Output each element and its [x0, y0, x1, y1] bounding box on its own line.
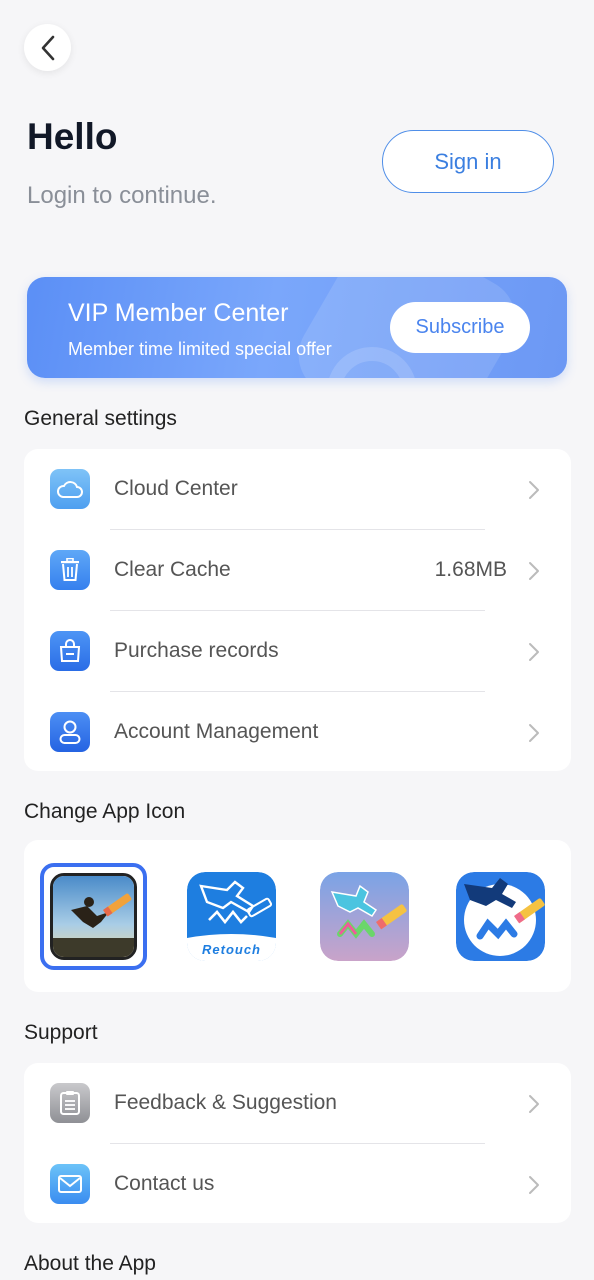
cloud-icon [50, 469, 90, 509]
settings-row-purchase-records[interactable]: Purchase records [24, 611, 571, 692]
retouch-icon-text: Retouch [202, 942, 261, 957]
general-settings-card: Cloud Center Clear Cache 1.68MB Purchase… [24, 449, 571, 771]
settings-row-feedback[interactable]: Feedback & Suggestion [24, 1063, 571, 1144]
settings-page: Hello Login to continue. Sign in VIP Mem… [0, 0, 594, 1280]
greeting-title: Hello [27, 116, 118, 157]
settings-row-account-management[interactable]: Account Management [24, 692, 571, 773]
change-app-icon-heading: Change App Icon [24, 800, 186, 823]
sign-in-button[interactable]: Sign in [382, 130, 554, 193]
chevron-right-icon [529, 562, 539, 580]
login-subtitle: Login to continue. [27, 182, 217, 209]
settings-row-label: Cloud Center [114, 477, 238, 500]
settings-row-label: Clear Cache [114, 558, 231, 581]
vip-member-card[interactable]: VIP Member Center Member time limited sp… [27, 277, 567, 378]
settings-row-clear-cache[interactable]: Clear Cache 1.68MB [24, 530, 571, 611]
settings-row-contact-us[interactable]: Contact us [24, 1144, 571, 1225]
support-card: Feedback & Suggestion Contact us [24, 1063, 571, 1223]
vip-title: VIP Member Center [68, 299, 289, 327]
about-heading: About the App [24, 1252, 156, 1275]
chevron-right-icon [529, 1176, 539, 1194]
subscribe-button[interactable]: Subscribe [390, 302, 530, 353]
settings-row-cloud-center[interactable]: Cloud Center [24, 449, 571, 530]
colorful-figure-icon[interactable] [320, 872, 409, 961]
trash-icon [50, 550, 90, 590]
mail-icon [50, 1164, 90, 1204]
settings-row-label: Contact us [114, 1172, 215, 1195]
cache-size-value: 1.68MB [434, 558, 507, 581]
back-button[interactable] [24, 24, 71, 71]
shopping-bag-icon [50, 631, 90, 671]
settings-row-label: Feedback & Suggestion [114, 1091, 337, 1114]
chevron-right-icon [529, 643, 539, 661]
app-icon-picker: Retouch [24, 840, 571, 992]
clipboard-icon [50, 1083, 90, 1123]
user-card-icon [50, 712, 90, 752]
chevron-right-icon [529, 1095, 539, 1113]
chevron-left-icon [41, 35, 54, 60]
general-settings-heading: General settings [24, 407, 177, 430]
settings-row-label: Account Management [114, 720, 319, 743]
vip-subtitle: Member time limited special offer [68, 339, 332, 359]
photo-jump-icon [50, 873, 137, 960]
retouch-icon[interactable]: Retouch [187, 872, 276, 961]
chevron-right-icon [529, 481, 539, 499]
blue-figure-icon[interactable] [456, 872, 545, 961]
support-heading: Support [24, 1021, 98, 1044]
chevron-right-icon [529, 724, 539, 742]
app-icon-option-selected[interactable] [40, 863, 147, 970]
settings-row-label: Purchase records [114, 639, 279, 662]
